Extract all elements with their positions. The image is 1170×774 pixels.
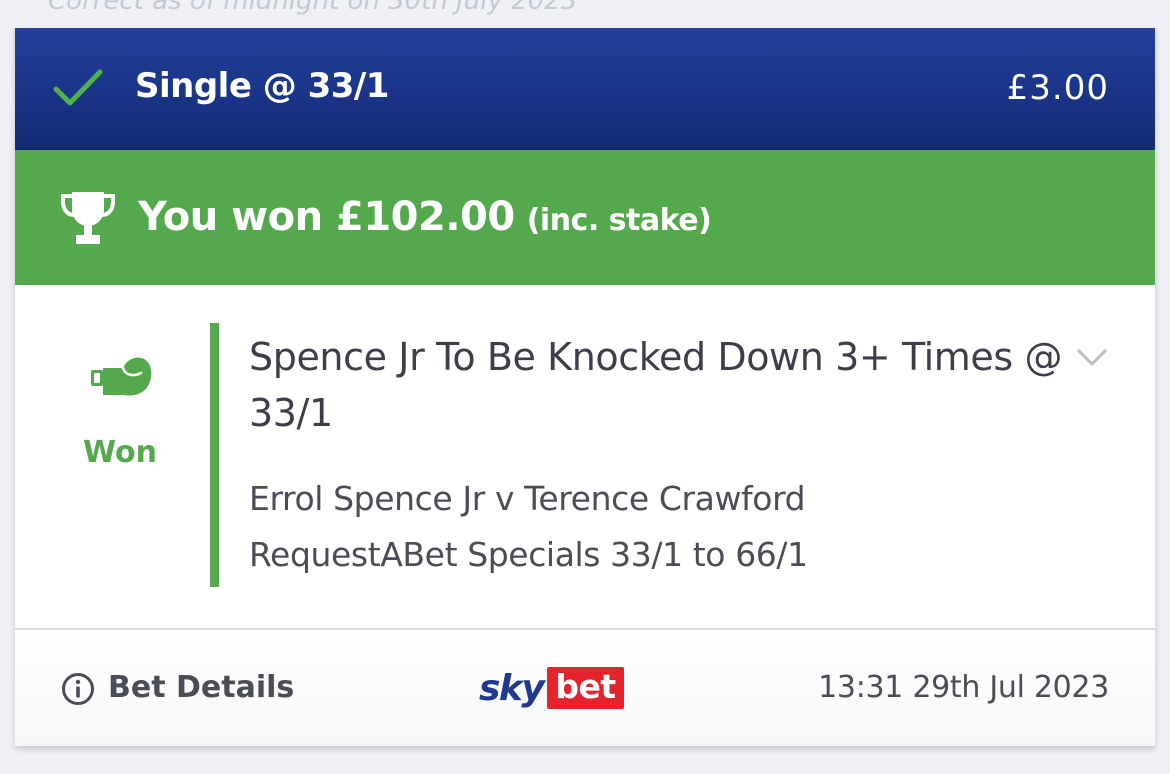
market-name: RequestABet Specials 33/1 to 66/1	[249, 535, 808, 574]
bet-timestamp: 13:31 29th Jul 2023	[818, 670, 1109, 705]
selection-title: Spence Jr To Be Knocked Down 3+ Times @ …	[249, 335, 1063, 435]
status-rule	[210, 323, 219, 587]
won-suffix: (inc. stake)	[526, 203, 712, 238]
result-status: Won	[83, 435, 157, 470]
event-name: Errol Spence Jr v Terence Crawford	[249, 479, 806, 518]
logo-sky: sky	[479, 667, 545, 709]
chevron-down-icon[interactable]	[1075, 345, 1109, 369]
top-note: Correct as of midnight on 30th July 2023	[48, 0, 578, 16]
info-icon[interactable]	[61, 672, 95, 706]
bet-card: Single @ 33/1 £3.00 You won £102.00 (inc.…	[15, 28, 1155, 746]
check-icon	[53, 69, 103, 106]
trophy-icon	[61, 192, 115, 244]
won-amount: You won £102.00 (inc. stake)	[138, 194, 712, 240]
won-banner: You won £102.00 (inc. stake)	[15, 150, 1155, 285]
boxing-glove-icon	[91, 357, 152, 396]
skybet-logo: sky bet	[479, 666, 624, 710]
bet-details-link[interactable]: Bet Details	[108, 670, 294, 705]
logo-bet: bet	[547, 667, 624, 709]
bet-footer: Bet Details sky bet 13:31 29th Jul 2023	[15, 628, 1155, 746]
bet-header: Single @ 33/1 £3.00	[15, 28, 1155, 150]
selection-row[interactable]: Won Spence Jr To Be Knocked Down 3+ Time…	[15, 285, 1155, 628]
won-amount-text: You won £102.00	[138, 194, 515, 240]
bet-type-label: Single @ 33/1	[135, 66, 389, 106]
stake-amount: £3.00	[1006, 68, 1109, 108]
